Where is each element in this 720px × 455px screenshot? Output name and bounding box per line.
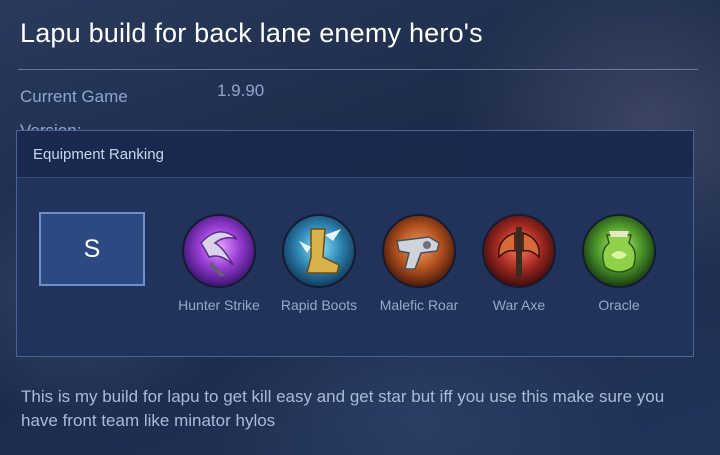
tier-badge[interactable]: S (39, 212, 145, 286)
panel-heading: Equipment Ranking (17, 131, 693, 178)
item-label: Malefic Roar (379, 297, 459, 313)
item-oracle[interactable]: Oracle (569, 213, 669, 313)
item-hunter-strike[interactable]: Hunter Strike (169, 213, 269, 313)
hunter-strike-icon (182, 214, 256, 288)
war-axe-icon (482, 214, 556, 288)
item-rapid-boots[interactable]: Rapid Boots (269, 213, 369, 313)
game-version-value: 1.9.90 (217, 81, 265, 100)
oracle-icon (582, 214, 656, 288)
malefic-roar-icon (382, 214, 456, 288)
title-divider (18, 69, 698, 70)
item-war-axe[interactable]: War Axe (469, 213, 569, 313)
equipment-ranking-panel: Equipment Ranking S Hunter Strike Rapid … (16, 130, 694, 357)
item-label: Oracle (598, 297, 640, 313)
item-malefic-roar[interactable]: Malefic Roar (369, 213, 469, 313)
item-label: Rapid Boots (280, 297, 358, 313)
page-title: Lapu build for back lane enemy hero's (20, 18, 483, 48)
rapid-boots-icon (282, 214, 356, 288)
item-label: War Axe (492, 297, 546, 313)
item-label: Hunter Strike (178, 297, 260, 313)
build-description: This is my build for lapu to get kill ea… (21, 387, 665, 430)
